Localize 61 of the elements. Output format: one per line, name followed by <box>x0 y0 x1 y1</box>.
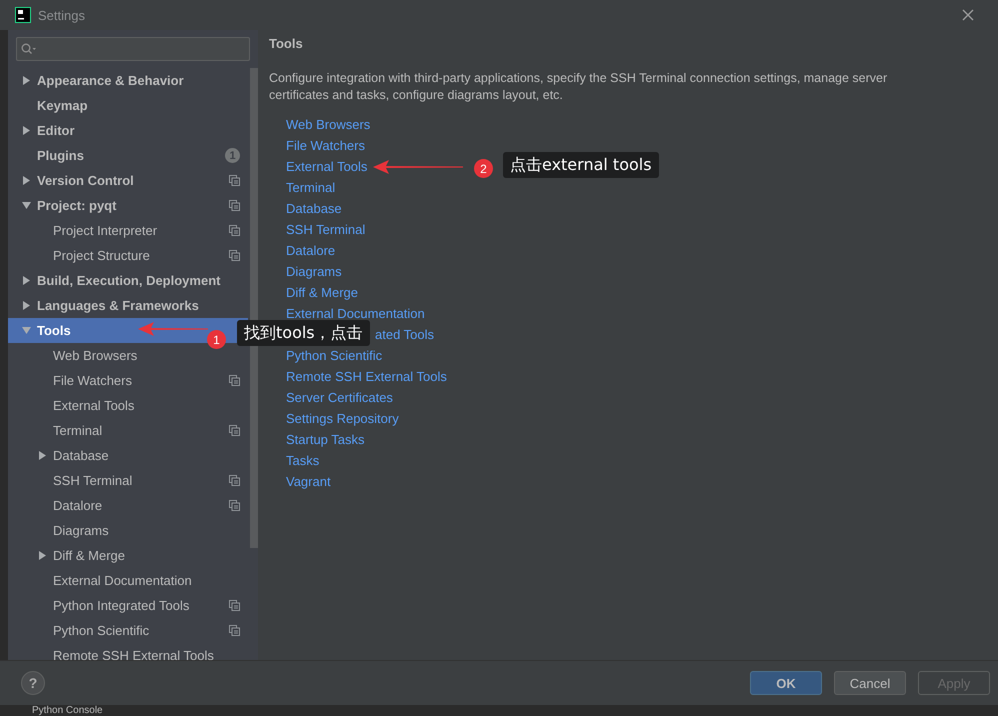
settings-link[interactable]: Diagrams <box>286 261 342 282</box>
tree-item[interactable]: Build, Execution, Deployment <box>8 268 248 293</box>
pointer-arrow <box>138 321 208 337</box>
tree-item[interactable]: Languages & Frameworks <box>8 293 248 318</box>
tree-item[interactable]: Keymap <box>8 93 248 118</box>
window-title: Settings <box>38 8 85 22</box>
tree-item[interactable]: Appearance & Behavior <box>8 68 248 93</box>
page-title: Tools <box>269 36 304 51</box>
tree-item[interactable]: Project Structure <box>8 243 248 268</box>
settings-link[interactable]: Terminal <box>286 177 336 198</box>
step-number-badge: 2 <box>474 159 493 178</box>
tree-item[interactable]: Version Control <box>8 168 248 193</box>
dialog-button[interactable]: Cancel <box>834 671 906 695</box>
tree-item[interactable]: Editor <box>8 118 248 143</box>
settings-link[interactable]: ated Tools <box>375 324 434 345</box>
settings-link[interactable]: Startup Tasks <box>286 429 365 450</box>
tree-item[interactable]: Diff & Merge <box>8 543 248 568</box>
settings-link[interactable]: Python Scientific <box>286 345 382 366</box>
tree-item[interactable]: Datalore <box>8 493 248 518</box>
tree-item[interactable]: Remote SSH External Tools <box>8 643 248 660</box>
search-field[interactable] <box>16 37 250 61</box>
settings-link[interactable]: Tasks <box>286 450 320 471</box>
settings-link[interactable]: Diff & Merge <box>286 282 358 303</box>
close-icon[interactable] <box>962 9 974 21</box>
tree-item[interactable]: Database <box>8 443 248 468</box>
callout-tooltip: 点击external tools <box>503 152 659 178</box>
tree-item[interactable]: Project Interpreter <box>8 218 248 243</box>
description: Configure integration with third-party applications, specify the SSH Terminal connection settings, manage server certificates and tasks, configure diagrams layout, etc. <box>269 70 888 104</box>
expand-arrow-icon[interactable] <box>22 176 31 185</box>
search-icon <box>21 43 37 55</box>
tree-item[interactable]: Python Integrated Tools <box>8 593 248 618</box>
settings-link[interactable]: Datalore <box>286 240 336 261</box>
settings-link[interactable]: SSH Terminal <box>286 219 366 240</box>
tree-item[interactable]: File Watchers <box>8 368 248 393</box>
settings-link[interactable]: Vagrant <box>286 471 331 492</box>
settings-link[interactable]: Settings Repository <box>286 408 399 429</box>
tree-item[interactable]: Project: pyqt <box>8 193 248 218</box>
tree-item[interactable]: Python Scientific <box>8 618 248 643</box>
tree-item[interactable]: External Documentation <box>8 568 248 593</box>
settings-link[interactable]: Remote SSH External Tools <box>286 366 447 387</box>
settings-link[interactable]: Database <box>286 198 342 219</box>
expand-arrow-icon[interactable] <box>38 551 47 560</box>
tree-item[interactable]: External Tools <box>8 393 248 418</box>
settings-link[interactable]: External Tools <box>286 156 368 177</box>
expand-arrow-icon[interactable] <box>22 276 31 285</box>
tree-item[interactable]: Terminal <box>8 418 248 443</box>
expand-arrow-icon[interactable] <box>22 76 31 85</box>
expand-arrow-icon[interactable] <box>38 451 47 460</box>
console-tab[interactable]: Python Console <box>32 706 103 716</box>
expand-arrow-icon[interactable] <box>22 126 31 135</box>
settings-link[interactable]: Web Browsers <box>286 114 370 135</box>
settings-link[interactable]: Server Certificates <box>286 387 393 408</box>
dialog-button[interactable]: OK <box>750 671 822 695</box>
help-button[interactable]: ? <box>21 671 45 695</box>
callout-tooltip: 找到tools，点击 <box>237 320 370 346</box>
tree-item[interactable]: Diagrams <box>8 518 248 543</box>
settings-link[interactable]: File Watchers <box>286 135 365 156</box>
expand-arrow-icon[interactable] <box>22 301 31 310</box>
tree-item[interactable]: SSH Terminal <box>8 468 248 493</box>
app-logo-icon <box>15 7 31 23</box>
collapse-arrow-icon[interactable] <box>22 201 31 210</box>
